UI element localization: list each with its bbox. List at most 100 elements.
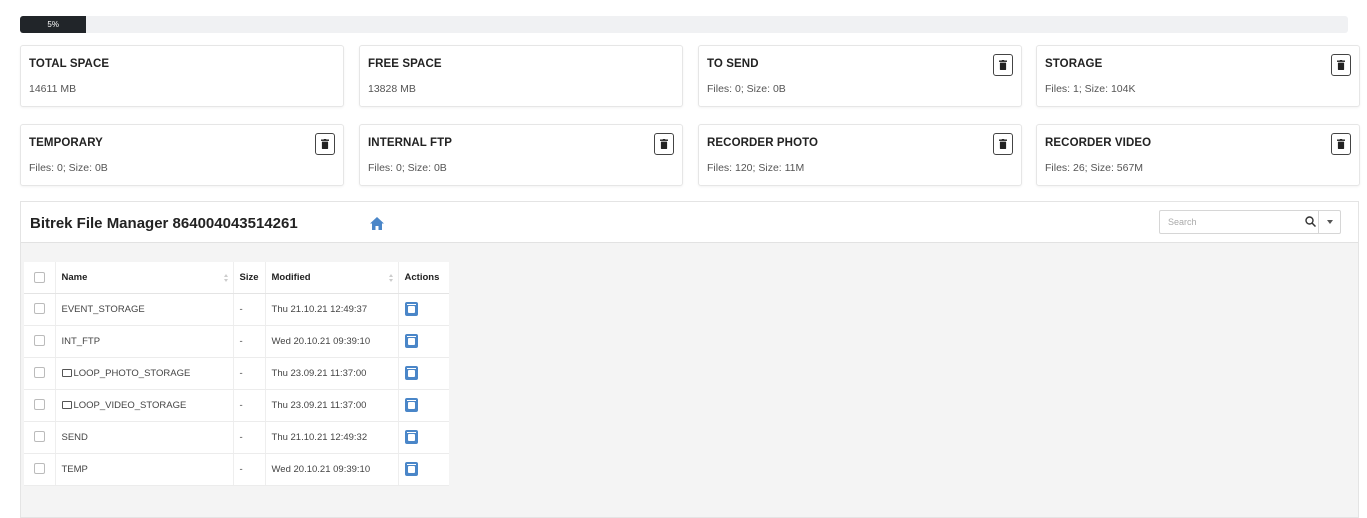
row-select-cell: [24, 293, 56, 326]
delete-recorder-video-button[interactable]: [1331, 133, 1351, 155]
file-name-cell[interactable]: INT_FTP: [55, 325, 234, 358]
row-checkbox[interactable]: [33, 303, 45, 315]
file-name-cell[interactable]: SEND: [55, 421, 234, 454]
table-row[interactable]: SEND - Thu 21.10.21 12:49:32: [24, 421, 450, 454]
row-checkbox[interactable]: [33, 463, 45, 475]
table-header-row: Name Size Modified Actions: [24, 262, 450, 294]
column-header-size-label: Size: [239, 271, 259, 283]
row-select-cell: [24, 357, 56, 390]
column-header-name-label: Name: [61, 271, 88, 283]
file-rows: EVENT_STORAGE - Thu 21.10.21 12:49:37 INT_F…: [24, 293, 450, 486]
file-name[interactable]: TEMP: [62, 464, 88, 475]
card-internal-ftp: INTERNAL FTP Files: 0; Size: 0B: [359, 124, 683, 186]
delete-icon[interactable]: [404, 302, 418, 316]
card-to-send: TO SEND Files: 0; Size: 0B: [698, 45, 1022, 107]
delete-icon[interactable]: [404, 334, 418, 348]
trash-icon: [999, 60, 1007, 70]
delete-internal-ftp-button[interactable]: [654, 133, 674, 155]
trash-icon: [660, 139, 668, 149]
card-value: 13828 MB: [368, 83, 416, 95]
delete-icon[interactable]: [404, 366, 418, 380]
column-header-modified-label: Modified: [271, 271, 311, 283]
file-name[interactable]: EVENT_STORAGE: [62, 304, 145, 315]
column-header-modified[interactable]: Modified: [265, 262, 399, 294]
card-title: RECORDER VIDEO: [1045, 137, 1152, 149]
card-title: RECORDER PHOTO: [707, 137, 819, 149]
column-header-actions-label: Actions: [404, 271, 440, 283]
table-row[interactable]: LOOP_VIDEO_STORAGE - Thu 23.09.21 11:37:00: [24, 389, 450, 422]
search-box: [1159, 210, 1319, 234]
file-size: -: [233, 357, 266, 390]
card-title: TOTAL SPACE: [29, 58, 110, 70]
card-temporary: TEMPORARY Files: 0; Size: 0B: [20, 124, 344, 186]
delete-icon[interactable]: [404, 430, 418, 444]
chevron-down-icon: [1326, 220, 1333, 224]
table-row[interactable]: EVENT_STORAGE - Thu 21.10.21 12:49:37: [24, 293, 450, 326]
delete-to-send-button[interactable]: [993, 54, 1013, 76]
file-name-cell[interactable]: LOOP_VIDEO_STORAGE: [55, 389, 234, 422]
card-total-space: TOTAL SPACE 14611 MB: [20, 45, 344, 107]
file-name-cell[interactable]: LOOP_PHOTO_STORAGE: [55, 357, 234, 390]
delete-temporary-button[interactable]: [315, 133, 335, 155]
column-header-actions: Actions: [398, 262, 450, 294]
row-checkbox[interactable]: [33, 335, 45, 347]
card-recorder-video: RECORDER VIDEO Files: 26; Size: 567M: [1036, 124, 1360, 186]
row-checkbox[interactable]: [33, 399, 45, 411]
card-storage: STORAGE Files: 1; Size: 104K: [1036, 45, 1360, 107]
card-title: INTERNAL FTP: [368, 137, 453, 149]
file-size: -: [233, 293, 266, 326]
row-select-cell: [24, 325, 56, 358]
file-name[interactable]: INT_FTP: [62, 336, 101, 347]
file-manager-header: Bitrek File Manager 864004043514261: [21, 202, 1358, 243]
file-name[interactable]: LOOP_VIDEO_STORAGE: [74, 400, 187, 411]
card-value: Files: 120; Size: 11M: [707, 162, 805, 174]
card-value: Files: 26; Size: 567M: [1045, 162, 1144, 174]
file-name[interactable]: SEND: [62, 432, 88, 443]
search-options-dropdown[interactable]: [1319, 210, 1341, 234]
trash-icon: [1337, 139, 1345, 149]
table-row[interactable]: LOOP_PHOTO_STORAGE - Thu 23.09.21 11:37:00: [24, 357, 450, 390]
file-modified: Thu 21.10.21 12:49:32: [265, 421, 399, 454]
column-header-name[interactable]: Name: [55, 262, 234, 294]
file-size: -: [233, 325, 266, 358]
table-row[interactable]: TEMP - Wed 20.10.21 09:39:10: [24, 453, 450, 486]
trash-icon: [999, 139, 1007, 149]
delete-storage-button[interactable]: [1331, 54, 1351, 76]
file-modified: Thu 23.09.21 11:37:00: [265, 389, 399, 422]
select-all-checkbox[interactable]: [33, 271, 45, 283]
delete-icon[interactable]: [404, 462, 418, 476]
file-table: Name Size Modified Actions EVENT_STORAGE…: [24, 262, 450, 486]
file-name-cell[interactable]: TEMP: [55, 453, 234, 486]
column-header-size[interactable]: Size: [233, 262, 266, 294]
delete-icon[interactable]: [404, 398, 418, 412]
row-select-cell: [24, 453, 56, 486]
file-manager-panel: Bitrek File Manager 864004043514261 Name: [20, 201, 1359, 518]
file-name-cell[interactable]: EVENT_STORAGE: [55, 293, 234, 326]
trash-icon: [321, 139, 329, 149]
page-title: Bitrek File Manager 864004043514261: [30, 215, 298, 232]
row-actions: [398, 325, 450, 358]
row-checkbox[interactable]: [33, 367, 45, 379]
search-input[interactable]: [1160, 211, 1290, 233]
search-icon[interactable]: [1305, 216, 1316, 227]
table-row[interactable]: INT_FTP - Wed 20.10.21 09:39:10: [24, 325, 450, 358]
file-modified: Thu 23.09.21 11:37:00: [265, 357, 399, 390]
row-checkbox[interactable]: [33, 431, 45, 443]
card-title: STORAGE: [1045, 58, 1103, 70]
folder-icon: [61, 400, 72, 409]
file-name[interactable]: LOOP_PHOTO_STORAGE: [74, 368, 191, 379]
card-value: 14611 MB: [29, 83, 77, 95]
row-select-cell: [24, 389, 56, 422]
sort-icon: [223, 274, 228, 282]
home-icon[interactable]: [370, 217, 384, 230]
file-modified: Wed 20.10.21 09:39:10: [265, 453, 399, 486]
row-actions: [398, 421, 450, 454]
file-size: -: [233, 421, 266, 454]
card-value: Files: 1; Size: 104K: [1045, 83, 1136, 95]
progress-fill: 5%: [20, 16, 87, 33]
sort-icon: [388, 274, 393, 282]
file-size: -: [233, 453, 266, 486]
card-value: Files: 0; Size: 0B: [29, 162, 108, 174]
row-actions: [398, 453, 450, 486]
delete-recorder-photo-button[interactable]: [993, 133, 1013, 155]
